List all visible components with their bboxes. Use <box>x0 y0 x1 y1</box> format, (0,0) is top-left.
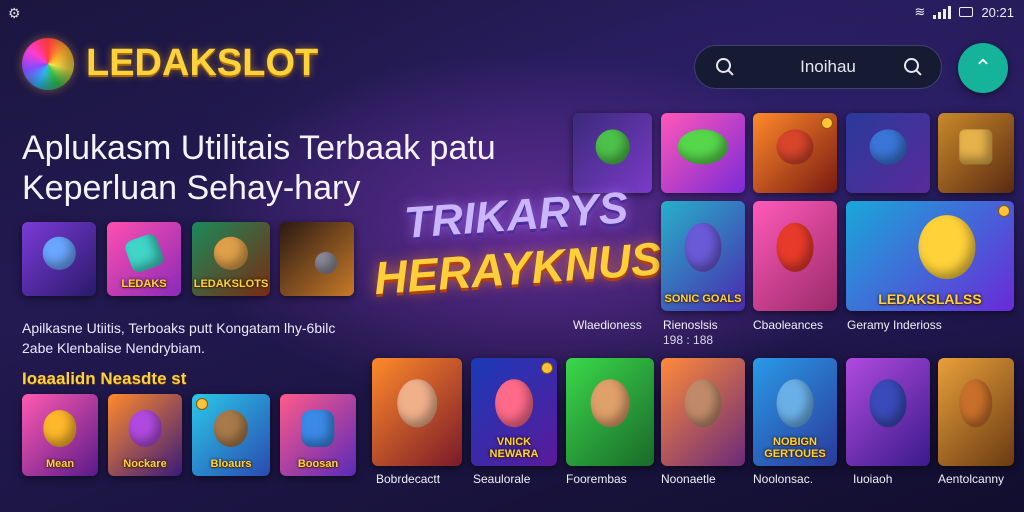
game-tile[interactable] <box>938 113 1014 193</box>
logo-ball-icon <box>22 38 74 90</box>
game-tile[interactable] <box>566 358 654 466</box>
game-tile[interactable] <box>846 358 930 466</box>
game-tile[interactable] <box>661 113 745 193</box>
game-tile[interactable]: Nockare <box>108 394 182 476</box>
tile-caption: Iuoiaoh <box>853 472 893 486</box>
tile-caption: Wlaedioness <box>573 318 642 332</box>
tile-caption: Noolonsac. <box>753 472 814 486</box>
game-tile[interactable] <box>372 358 462 466</box>
game-tile[interactable]: LEDAKSLALSS <box>846 201 1014 311</box>
paragraph-line-2: 2abe Klenbalise Nendrybiam. <box>22 340 205 356</box>
game-tile[interactable] <box>753 113 837 193</box>
search-bar[interactable]: Inoihau <box>694 45 942 89</box>
game-tile[interactable] <box>280 222 354 296</box>
game-tile[interactable]: NOBIGN GERTOUES <box>753 358 837 466</box>
game-tile[interactable]: Bloaurs <box>192 394 270 476</box>
hanger-icon[interactable]: ⌃ <box>958 43 1008 93</box>
tile-caption: Seaulorale <box>473 472 531 486</box>
paragraph-line-1: Apilkasne Utiitis, Terboaks putt Kongata… <box>22 320 336 336</box>
signal-icon <box>933 5 952 19</box>
hero-paragraph: Apilkasne Utiitis, Terboaks putt Kongata… <box>22 318 462 358</box>
tile-caption: Aentolcanny <box>938 472 1005 486</box>
game-tile[interactable] <box>753 201 837 311</box>
search-icon[interactable] <box>715 57 735 77</box>
tile-caption: Rienoslsis <box>663 318 718 332</box>
game-tile[interactable] <box>661 358 745 466</box>
game-tile[interactable]: LEDAKSLOTS <box>192 222 270 296</box>
headline-line-1: Aplukasm Utilitais Terbaak patu <box>22 129 496 167</box>
game-tile[interactable] <box>846 113 930 193</box>
tile-caption: Foorembas <box>566 472 627 486</box>
search-submit-icon[interactable] <box>903 57 923 77</box>
tile-caption: Cbaoleances <box>753 318 824 332</box>
coin-icon <box>541 362 553 374</box>
status-bar: ≋ 20:21 <box>915 4 1014 20</box>
hero-banner: TRIKARYS HERAYKNUSA! <box>369 180 711 304</box>
game-tile[interactable]: VNICK NEWARA <box>471 358 557 466</box>
wifi-icon: ≋ <box>914 4 926 19</box>
game-tile[interactable]: Boosan <box>280 394 356 476</box>
battery-icon <box>959 7 974 17</box>
coin-icon <box>196 398 208 410</box>
status-time: 20:21 <box>981 4 1014 20</box>
coin-icon <box>998 205 1010 217</box>
game-tile[interactable] <box>22 222 96 296</box>
coin-icon <box>821 117 833 129</box>
settings-icon: ⚙ <box>8 5 21 21</box>
game-tile[interactable]: Mean <box>22 394 98 476</box>
tile-caption: Noonaetle <box>661 472 716 486</box>
game-tile[interactable] <box>938 358 1014 466</box>
game-tile[interactable]: LEDAKS <box>107 222 181 296</box>
section-title: Ioaaalidn Neasdte st <box>22 369 187 388</box>
logo-text: LEDAKSLOT <box>86 42 319 84</box>
tile-caption: Geramy Inderioss <box>847 318 942 332</box>
game-tile[interactable]: SONIC GOALS <box>661 201 745 311</box>
search-input[interactable]: Inoihau <box>753 57 903 77</box>
tile-caption: Bobrdecactt <box>376 472 441 486</box>
tile-subcaption: 198 : 188 <box>663 333 714 347</box>
